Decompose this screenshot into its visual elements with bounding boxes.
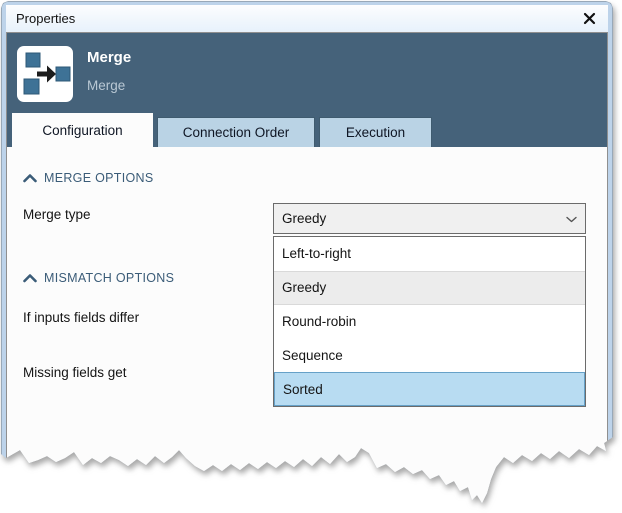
- section-merge-options[interactable]: MERGE OPTIONS: [23, 171, 153, 185]
- close-button[interactable]: [580, 10, 598, 28]
- node-subtitle: Merge: [87, 78, 125, 93]
- torn-paper-shadow: Properties: [0, 0, 622, 513]
- properties-window: Properties: [1, 1, 613, 512]
- chevron-up-icon: [23, 273, 37, 283]
- node-header: Merge Merge: [7, 33, 607, 113]
- merge-type-option-list: Left-to-right Greedy Round-robin Sequenc…: [273, 236, 586, 407]
- title-bar[interactable]: Properties: [6, 5, 608, 32]
- option-greedy[interactable]: Greedy: [274, 271, 585, 305]
- window-title: Properties: [16, 11, 75, 26]
- option-sorted[interactable]: Sorted: [274, 372, 585, 406]
- option-left-to-right[interactable]: Left-to-right: [274, 237, 585, 271]
- chevron-up-icon: [23, 173, 37, 183]
- merge-type-label: Merge type: [23, 207, 91, 222]
- inputs-fields-differ-label: If inputs fields differ: [23, 310, 139, 325]
- tab-bar: Configuration Connection Order Execution: [7, 113, 607, 147]
- option-round-robin[interactable]: Round-robin: [274, 305, 585, 339]
- window-body: Merge Merge Configuration Connection Ord…: [6, 32, 608, 511]
- section-title: MERGE OPTIONS: [44, 171, 153, 185]
- section-title: MISMATCH OPTIONS: [44, 271, 174, 285]
- configuration-panel: MERGE OPTIONS Merge type Greedy: [7, 147, 607, 511]
- dropdown-value: Greedy: [282, 211, 326, 226]
- close-icon: [583, 12, 596, 25]
- missing-fields-get-label: Missing fields get: [23, 365, 127, 380]
- section-mismatch-options[interactable]: MISMATCH OPTIONS: [23, 271, 174, 285]
- chevron-down-icon: [566, 211, 577, 226]
- tab-connection-order[interactable]: Connection Order: [157, 117, 315, 147]
- tab-execution[interactable]: Execution: [319, 117, 432, 147]
- tab-configuration[interactable]: Configuration: [12, 113, 153, 147]
- screenshot-stage: Properties: [0, 0, 622, 513]
- merge-icon: [17, 46, 73, 102]
- option-sequence[interactable]: Sequence: [274, 338, 585, 372]
- merge-type-dropdown[interactable]: Greedy: [273, 203, 586, 234]
- node-title: Merge: [87, 49, 131, 66]
